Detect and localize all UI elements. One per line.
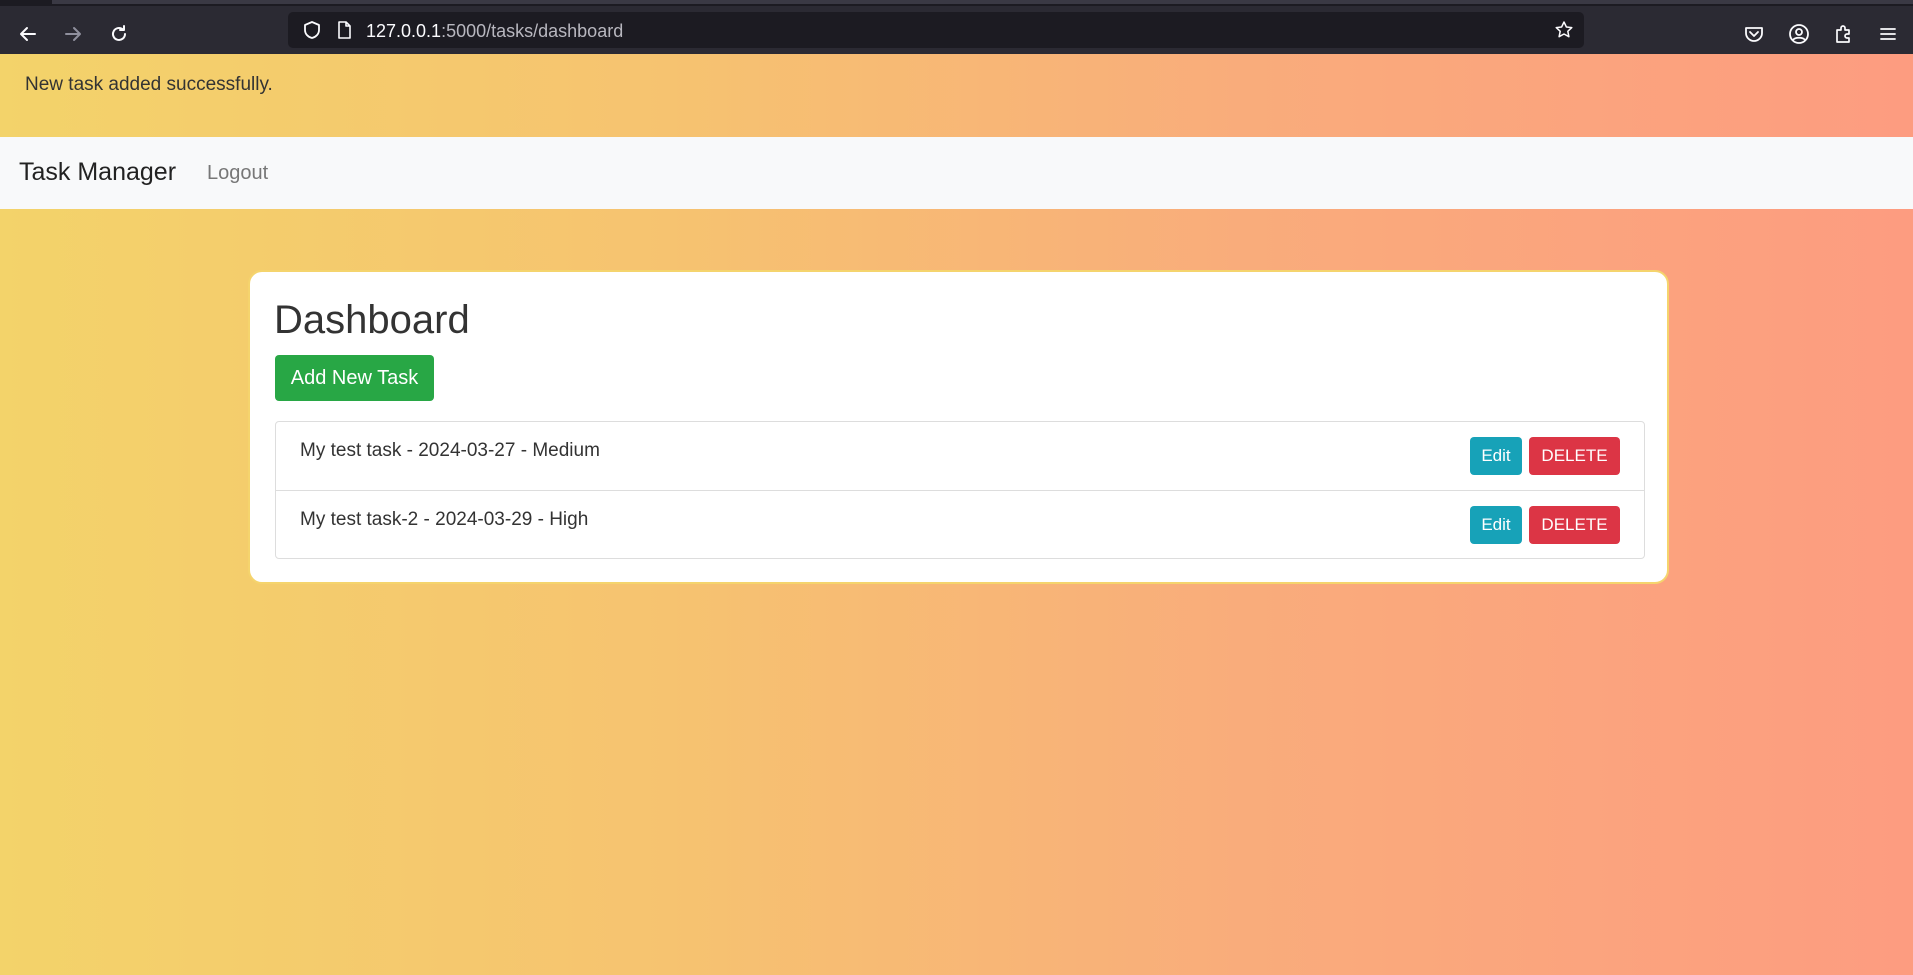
extensions-icon[interactable] [1833,23,1855,45]
add-new-task-button[interactable]: Add New Task [275,355,434,401]
url-bar[interactable]: 127.0.0.1:5000/tasks/dashboard [288,12,1584,48]
page-title: Dashboard [274,298,470,342]
bookmark-star-icon[interactable] [1554,20,1574,40]
navbar-brand[interactable]: Task Manager [19,158,176,187]
url-host: 127.0.0.1 [366,21,442,41]
edit-task-button[interactable]: Edit [1470,506,1522,544]
back-icon[interactable] [12,18,44,50]
page-viewport: New task added successfully. Task Manage… [0,54,1913,975]
edit-task-button[interactable]: Edit [1470,437,1522,475]
delete-task-button[interactable]: DELETE [1529,506,1620,544]
navbar: Task Manager Logout [0,137,1913,209]
page-icon[interactable] [334,20,354,40]
url-text[interactable]: 127.0.0.1:5000/tasks/dashboard [366,21,623,42]
task-text: My test task-2 - 2024-03-29 - High [300,509,589,530]
flash-message-text: New task added successfully. [25,74,273,95]
account-icon[interactable] [1788,23,1810,45]
task-list: My test task - 2024-03-27 - Medium Edit … [275,421,1645,559]
logout-link[interactable]: Logout [207,162,268,185]
forward-icon[interactable] [57,18,89,50]
pocket-icon[interactable] [1743,23,1765,45]
flash-message: New task added successfully. [0,54,1913,137]
task-row: My test task - 2024-03-27 - Medium Edit … [276,422,1644,490]
task-text: My test task - 2024-03-27 - Medium [300,440,600,461]
delete-task-button[interactable]: DELETE [1529,437,1620,475]
browser-toolbar: 127.0.0.1:5000/tasks/dashboard [0,0,1913,54]
dashboard-card: Dashboard Add New Task My test task - 20… [248,270,1669,584]
shield-icon[interactable] [302,20,322,40]
url-path: :5000/tasks/dashboard [441,21,624,41]
menu-icon[interactable] [1877,23,1899,45]
tab-strip [52,0,1913,4]
task-row: My test task-2 - 2024-03-29 - High Edit … [276,490,1644,558]
reload-icon[interactable] [103,18,135,50]
